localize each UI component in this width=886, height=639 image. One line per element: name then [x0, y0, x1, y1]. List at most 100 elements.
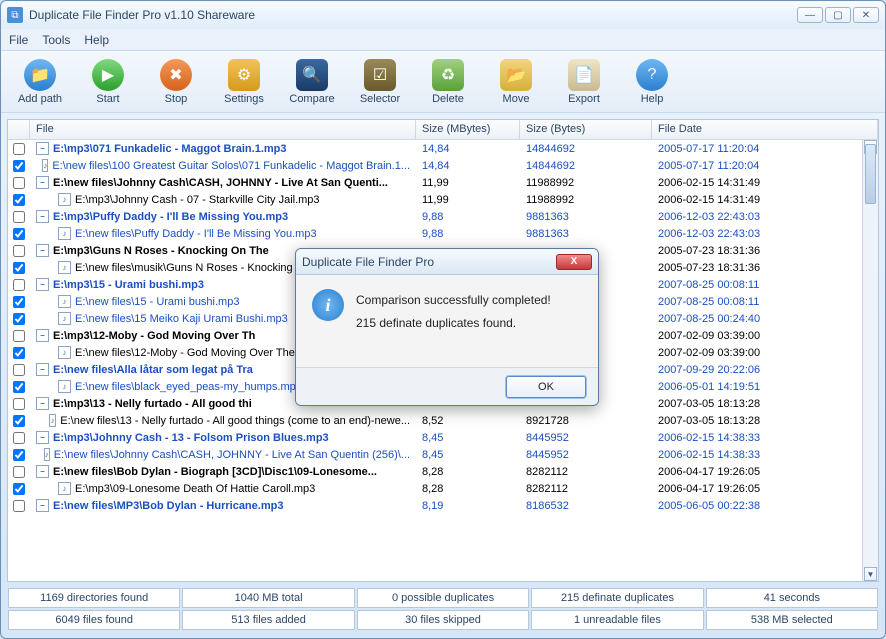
table-row[interactable]: ♪E:\new files\13 - Nelly furtado - All g…: [8, 412, 878, 429]
row-checkbox[interactable]: [8, 415, 30, 427]
table-row[interactable]: ♪E:\mp3\Johnny Cash - 07 - Starkville Ci…: [8, 191, 878, 208]
row-checkbox[interactable]: [8, 398, 30, 410]
menu-tools[interactable]: Tools: [42, 33, 70, 47]
stop-button[interactable]: ✖Stop: [147, 59, 205, 105]
col-check[interactable]: [8, 120, 30, 139]
file-path: E:\new files\black_eyed_peas-my_humps.mp…: [75, 381, 302, 393]
col-size-bytes[interactable]: Size (Bytes): [520, 120, 652, 139]
col-size-mb[interactable]: Size (MBytes): [416, 120, 520, 139]
table-row[interactable]: −E:\new files\Bob Dylan - Biograph [3CD]…: [8, 463, 878, 480]
checkbox-input[interactable]: [13, 449, 25, 461]
checkbox-input[interactable]: [13, 415, 25, 427]
checkbox-input[interactable]: [13, 466, 25, 478]
checkbox-input[interactable]: [13, 194, 25, 206]
row-checkbox[interactable]: [8, 500, 30, 512]
row-checkbox[interactable]: [8, 245, 30, 257]
menu-file[interactable]: File: [9, 33, 28, 47]
row-checkbox[interactable]: [8, 381, 30, 393]
row-checkbox[interactable]: [8, 449, 30, 461]
document-icon: 📄: [568, 59, 600, 91]
checkbox-input[interactable]: [13, 296, 25, 308]
scroll-thumb[interactable]: [865, 144, 876, 204]
checkbox-input[interactable]: [13, 177, 25, 189]
row-checkbox[interactable]: [8, 347, 30, 359]
checkbox-input[interactable]: [13, 483, 25, 495]
table-row[interactable]: −E:\mp3\Puffy Daddy - I'll Be Missing Yo…: [8, 208, 878, 225]
row-checkbox[interactable]: [8, 211, 30, 223]
checkbox-input[interactable]: [13, 330, 25, 342]
start-button[interactable]: ▶Start: [79, 59, 137, 105]
row-checkbox[interactable]: [8, 143, 30, 155]
music-file-icon: ♪: [49, 414, 56, 427]
checkbox-input[interactable]: [13, 211, 25, 223]
checkbox-input[interactable]: [13, 398, 25, 410]
menu-help[interactable]: Help: [84, 33, 109, 47]
status-mb-selected: 538 MB selected: [706, 610, 878, 630]
cell-date: 2005-07-23 18:31:36: [652, 262, 878, 274]
dialog-body: i Comparison successfully completed! 215…: [296, 275, 598, 367]
table-row[interactable]: ♪E:\new files\100 Greatest Guitar Solos\…: [8, 157, 878, 174]
dialog-titlebar: Duplicate File Finder Pro X: [296, 249, 598, 275]
table-row[interactable]: ♪E:\new files\Johnny Cash\CASH, JOHNNY -…: [8, 446, 878, 463]
row-checkbox[interactable]: [8, 160, 30, 172]
row-checkbox[interactable]: [8, 177, 30, 189]
row-checkbox[interactable]: [8, 262, 30, 274]
collapse-icon: −: [36, 278, 49, 291]
cell-size-mb: 11,99: [416, 194, 520, 206]
close-button[interactable]: ✕: [853, 7, 879, 23]
table-row[interactable]: −E:\new files\MP3\Bob Dylan - Hurricane.…: [8, 497, 878, 514]
row-checkbox[interactable]: [8, 432, 30, 444]
checkbox-input[interactable]: [13, 432, 25, 444]
row-checkbox[interactable]: [8, 194, 30, 206]
vertical-scrollbar[interactable]: ▲ ▼: [862, 140, 878, 581]
col-file-date[interactable]: File Date: [652, 120, 878, 139]
addpath-button[interactable]: 📁Add path: [11, 59, 69, 105]
cell-size-mb: 8,28: [416, 466, 520, 478]
checkbox-input[interactable]: [13, 143, 25, 155]
export-button[interactable]: 📄Export: [555, 59, 613, 105]
row-checkbox[interactable]: [8, 364, 30, 376]
row-checkbox[interactable]: [8, 296, 30, 308]
help-button[interactable]: ?Help: [623, 59, 681, 105]
checkbox-input[interactable]: [13, 160, 25, 172]
col-file[interactable]: File: [30, 120, 416, 139]
table-row[interactable]: ♪E:\mp3\09-Lonesome Death Of Hattie Caro…: [8, 480, 878, 497]
checkbox-input[interactable]: [13, 347, 25, 359]
checkbox-input[interactable]: [13, 313, 25, 325]
checkbox-input[interactable]: [13, 228, 25, 240]
file-path: E:\mp3\13 - Nelly furtado - All good thi: [53, 398, 252, 410]
row-checkbox[interactable]: [8, 279, 30, 291]
checkbox-input[interactable]: [13, 245, 25, 257]
cell-date: 2006-12-03 22:43:03: [652, 211, 878, 223]
checkbox-input[interactable]: [13, 381, 25, 393]
table-row[interactable]: ♪E:\new files\Puffy Daddy - I'll Be Miss…: [8, 225, 878, 242]
compare-button[interactable]: 🔍Compare: [283, 59, 341, 105]
dialog-close-button[interactable]: X: [556, 254, 592, 270]
checkbox-input[interactable]: [13, 364, 25, 376]
row-checkbox[interactable]: [8, 313, 30, 325]
maximize-button[interactable]: ▢: [825, 7, 851, 23]
table-row[interactable]: −E:\new files\Johnny Cash\CASH, JOHNNY -…: [8, 174, 878, 191]
delete-button[interactable]: ♻Delete: [419, 59, 477, 105]
settings-button[interactable]: ⚙Settings: [215, 59, 273, 105]
scroll-down-button[interactable]: ▼: [864, 567, 877, 581]
move-button[interactable]: 📂Move: [487, 59, 545, 105]
checkbox-input[interactable]: [13, 500, 25, 512]
checkbox-input[interactable]: [13, 279, 25, 291]
cell-size-mb: 8,52: [416, 415, 520, 427]
selector-button[interactable]: ☑Selector: [351, 59, 409, 105]
status-files-found: 6049 files found: [8, 610, 180, 630]
cell-size-mb: 11,99: [416, 177, 520, 189]
checkbox-input[interactable]: [13, 262, 25, 274]
minimize-button[interactable]: —: [797, 7, 823, 23]
table-row[interactable]: −E:\mp3\071 Funkadelic - Maggot Brain.1.…: [8, 140, 878, 157]
table-row[interactable]: −E:\mp3\Johnny Cash - 13 - Folsom Prison…: [8, 429, 878, 446]
dialog-ok-button[interactable]: OK: [506, 376, 586, 398]
file-path: E:\mp3\Johnny Cash - 07 - Starkville Cit…: [75, 194, 320, 206]
music-file-icon: ♪: [58, 312, 71, 325]
row-checkbox[interactable]: [8, 330, 30, 342]
row-checkbox[interactable]: [8, 228, 30, 240]
cell-file: ♪E:\new files\100 Greatest Guitar Solos\…: [30, 159, 416, 172]
row-checkbox[interactable]: [8, 466, 30, 478]
row-checkbox[interactable]: [8, 483, 30, 495]
